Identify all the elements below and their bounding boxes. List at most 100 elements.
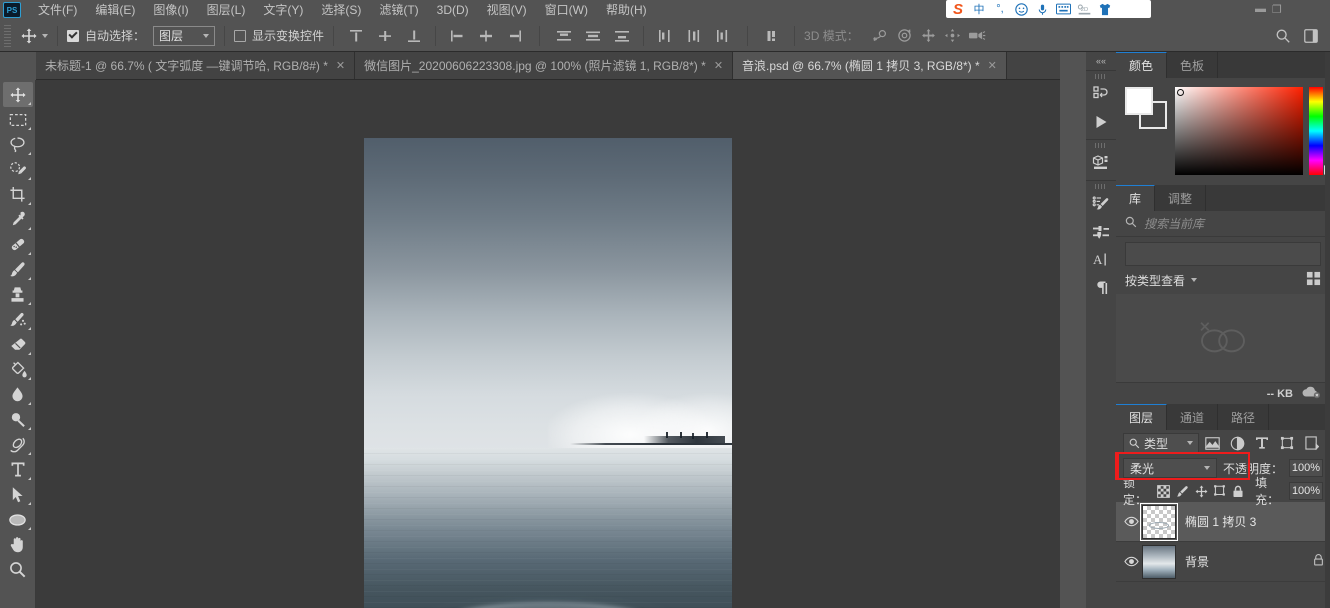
tab-adjustments[interactable]: 调整 xyxy=(1155,185,1206,211)
close-icon[interactable]: ✕ xyxy=(714,59,723,72)
layer-name[interactable]: 椭圆 1 拷贝 3 xyxy=(1185,513,1330,530)
quick-selection-tool[interactable] xyxy=(3,157,33,182)
hue-slider[interactable] xyxy=(1309,87,1323,175)
ime-input-method-icon[interactable]: 2D xyxy=(1074,1,1094,17)
color-picker-field[interactable] xyxy=(1175,87,1303,175)
current-tool-icon[interactable] xyxy=(16,24,42,48)
rectangular-marquee-tool[interactable] xyxy=(3,107,33,132)
opacity-value[interactable]: 100% xyxy=(1289,459,1323,477)
ime-voice-icon[interactable] xyxy=(1032,1,1052,17)
cloud-sync-off-icon[interactable] xyxy=(1301,385,1321,402)
filter-type-icon[interactable] xyxy=(1251,433,1273,453)
paragraph-icon[interactable] xyxy=(1087,274,1115,302)
search-input[interactable] xyxy=(1144,217,1321,231)
grid-view-icon[interactable] xyxy=(1306,271,1321,289)
menu-filter[interactable]: 滤镜(T) xyxy=(370,0,427,20)
layers-scrollbar[interactable] xyxy=(1325,52,1330,608)
type-tool[interactable] xyxy=(3,457,33,482)
history-icon[interactable] xyxy=(1087,80,1115,108)
ime-toolbox-icon[interactable] xyxy=(1116,1,1136,17)
eyedropper-tool[interactable] xyxy=(3,207,33,232)
minimize-button[interactable]: ▬ xyxy=(1255,3,1266,15)
align-bottom-edges-icon[interactable] xyxy=(401,25,427,47)
lock-all-icon[interactable] xyxy=(1231,483,1245,500)
menu-edit[interactable]: 编辑(E) xyxy=(86,0,144,20)
panel-grip[interactable] xyxy=(1095,74,1107,79)
eraser-tool[interactable] xyxy=(3,332,33,357)
healing-brush-tool[interactable] xyxy=(3,232,33,257)
menu-window[interactable]: 窗口(W) xyxy=(536,0,597,20)
sogou-logo-icon[interactable]: S xyxy=(948,1,968,17)
zoom-tool[interactable] xyxy=(3,557,33,582)
history-brush-tool[interactable] xyxy=(3,307,33,332)
3d-pan-icon[interactable] xyxy=(917,25,941,47)
foreground-color-swatch[interactable] xyxy=(1125,87,1153,115)
brush-tool[interactable] xyxy=(3,257,33,282)
auto-select-checkbox[interactable] xyxy=(67,30,79,42)
move-tool[interactable] xyxy=(3,82,33,107)
ime-toolbar[interactable]: S 中 °, 2D xyxy=(946,0,1151,18)
foreground-background-swatches[interactable] xyxy=(1125,87,1167,129)
document-tab-2[interactable]: 微信图片_20200606223308.jpg @ 100% (照片滤镜 1, … xyxy=(355,52,733,79)
color-marker[interactable] xyxy=(1177,89,1184,96)
3d-slide-icon[interactable] xyxy=(941,25,965,47)
tab-layers[interactable]: 图层 xyxy=(1116,404,1167,430)
menu-image[interactable]: 图像(I) xyxy=(144,0,197,20)
distribute-bottom-edges-icon[interactable] xyxy=(609,25,635,47)
tab-paths[interactable]: 路径 xyxy=(1218,404,1269,430)
canvas-area[interactable] xyxy=(36,80,1060,608)
distribute-left-edges-icon[interactable] xyxy=(652,25,678,47)
filter-pixel-icon[interactable] xyxy=(1202,433,1224,453)
search-icon[interactable] xyxy=(1270,25,1296,47)
3d-camera-icon[interactable] xyxy=(965,25,989,47)
align-vertical-centers-icon[interactable] xyxy=(372,25,398,47)
chevron-down-icon[interactable] xyxy=(1191,278,1197,282)
3d-roll-icon[interactable] xyxy=(893,25,917,47)
layer-name[interactable]: 背景 xyxy=(1185,553,1313,570)
crop-tool[interactable] xyxy=(3,182,33,207)
restore-button[interactable]: ❐ xyxy=(1272,3,1282,16)
align-left-edges-icon[interactable] xyxy=(444,25,470,47)
tab-libraries[interactable]: 库 xyxy=(1116,185,1155,211)
ime-punctuation-icon[interactable]: °, xyxy=(990,1,1010,17)
panel-grip[interactable] xyxy=(1095,184,1107,189)
blur-tool[interactable] xyxy=(3,382,33,407)
collapse-panels-icon[interactable]: «« xyxy=(1086,52,1116,70)
filter-adjustment-icon[interactable] xyxy=(1227,433,1249,453)
play-icon[interactable] xyxy=(1087,108,1115,136)
dodge-tool[interactable] xyxy=(3,407,33,432)
menu-select[interactable]: 选择(S) xyxy=(312,0,370,20)
menu-layer[interactable]: 图层(L) xyxy=(198,0,255,20)
pen-tool[interactable] xyxy=(3,432,33,457)
paint-bucket-tool[interactable] xyxy=(3,357,33,382)
ellipse-shape-tool[interactable] xyxy=(3,507,33,532)
clone-stamp-tool[interactable] xyxy=(3,282,33,307)
distribute-right-edges-icon[interactable] xyxy=(710,25,736,47)
tool-preset-chevron-down-icon[interactable] xyxy=(42,34,48,38)
tab-color[interactable]: 颜色 xyxy=(1116,52,1167,78)
character-icon[interactable]: A xyxy=(1087,246,1115,274)
ime-emoji-icon[interactable] xyxy=(1011,1,1031,17)
brush-presets-icon[interactable] xyxy=(1087,218,1115,246)
layer-thumbnail[interactable] xyxy=(1142,545,1176,579)
filter-smart-object-icon[interactable] xyxy=(1301,433,1323,453)
document-canvas[interactable] xyxy=(364,138,732,608)
auto-select-target-dropdown[interactable]: 图层 xyxy=(153,26,215,46)
path-selection-tool[interactable] xyxy=(3,482,33,507)
document-tab-3[interactable]: 音浪.psd @ 66.7% (椭圆 1 拷贝 3, RGB/8*) * ✕ xyxy=(733,52,1007,79)
lock-artboard-nesting-icon[interactable] xyxy=(1213,483,1227,500)
blend-mode-dropdown[interactable]: 柔光 xyxy=(1123,458,1217,478)
close-icon[interactable]: ✕ xyxy=(988,59,997,72)
align-right-edges-icon[interactable] xyxy=(502,25,528,47)
lock-transparent-pixels-icon[interactable] xyxy=(1157,483,1171,500)
distribute-vertical-centers-icon[interactable] xyxy=(580,25,606,47)
menu-3d[interactable]: 3D(D) xyxy=(428,0,478,20)
filter-shape-icon[interactable] xyxy=(1276,433,1298,453)
close-icon[interactable]: ✕ xyxy=(336,59,345,72)
menu-file[interactable]: 文件(F) xyxy=(29,0,86,20)
document-tab-1[interactable]: 未标题-1 @ 66.7% ( 文字弧度 —键调节哈, RGB/8#) * ✕ xyxy=(36,52,355,79)
workspace-switcher-icon[interactable] xyxy=(1298,25,1324,47)
ime-language-icon[interactable]: 中 xyxy=(969,1,989,17)
ime-skin-icon[interactable] xyxy=(1095,1,1115,17)
align-top-edges-icon[interactable] xyxy=(343,25,369,47)
